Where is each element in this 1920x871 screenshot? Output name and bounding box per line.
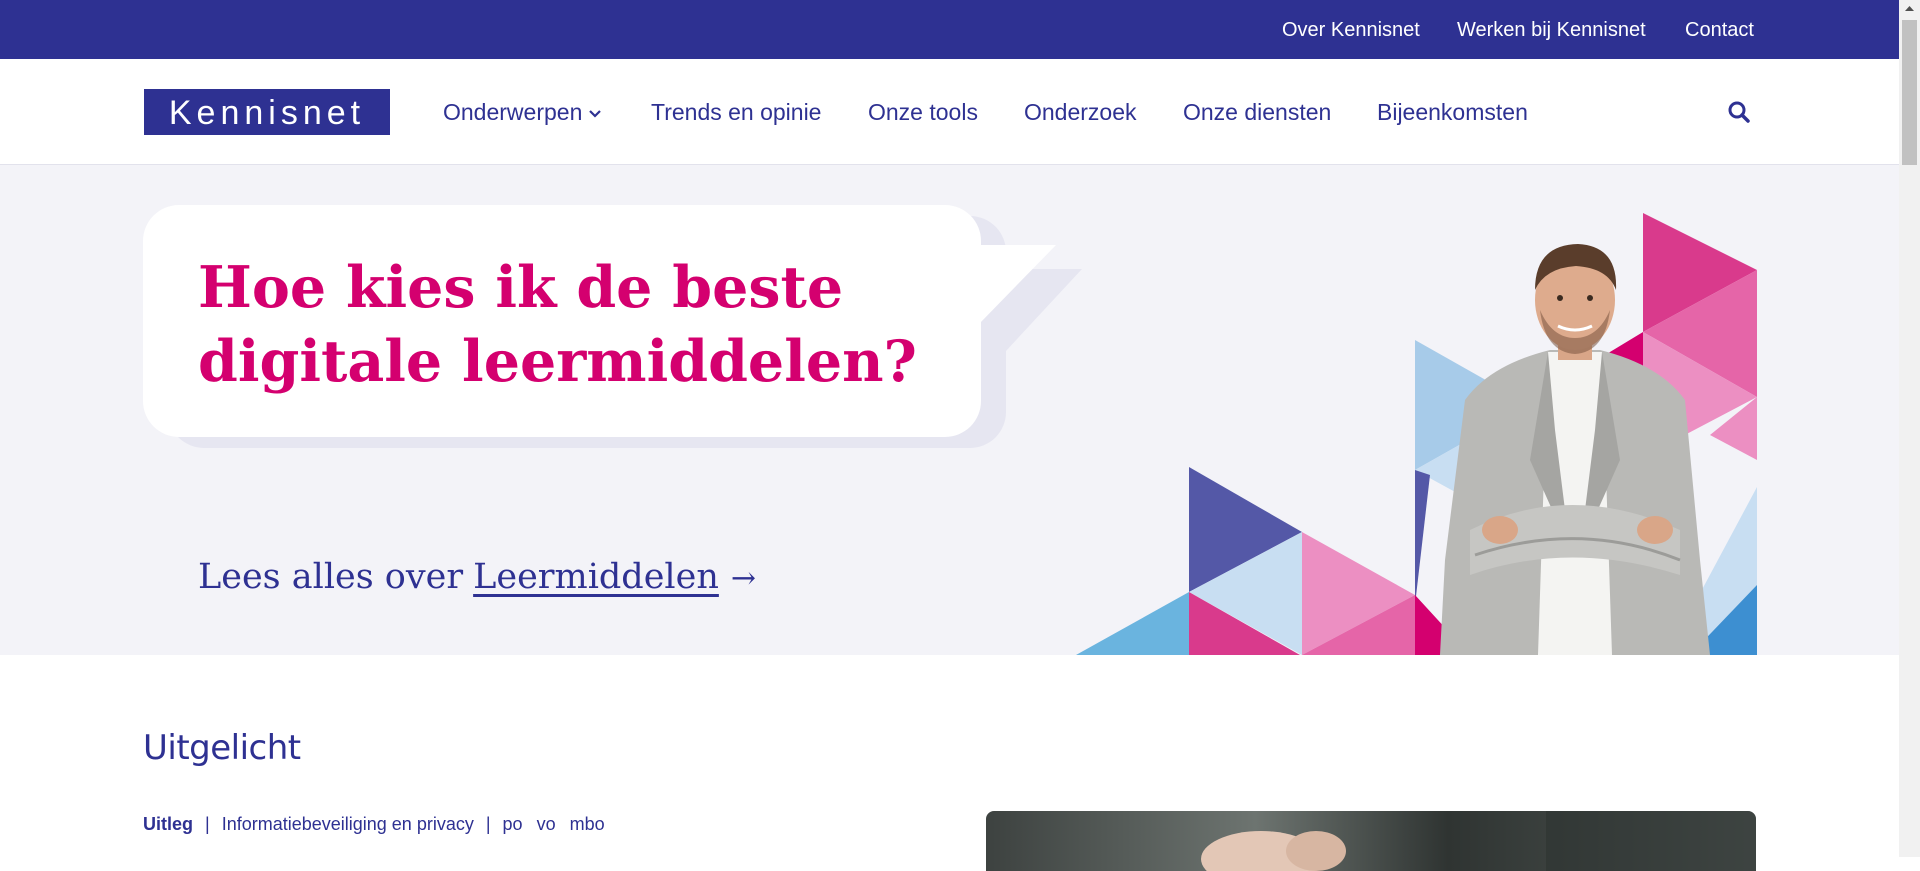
article-meta: Uitleg | Informatiebeveiliging en privacy |… [143, 814, 605, 835]
nav-item-onze-diensten[interactable]: Onze diensten [1183, 99, 1331, 125]
meta-separator: | [485, 814, 491, 834]
nav-item-trends-en-opinie[interactable]: Trends en opinie [651, 99, 821, 125]
kennisnet-logo[interactable]: Kennisnet [144, 89, 390, 135]
speech-bubble-tail [960, 245, 1056, 323]
vertical-scrollbar[interactable] [1899, 0, 1920, 857]
nav-item-onderwerpen[interactable]: Onderwerpen [443, 99, 602, 125]
chevron-down-icon [589, 110, 602, 118]
logo-text: Kennisnet [168, 94, 366, 132]
section-heading-uitgelicht: Uitgelicht [143, 728, 301, 768]
level-tag-po[interactable]: po [503, 814, 523, 834]
featured-article-image[interactable] [986, 811, 1756, 871]
nav-item-bijeenkomsten[interactable]: Bijeenkomsten [1377, 99, 1528, 125]
search-icon[interactable] [1726, 99, 1752, 125]
scroll-up-arrow-icon[interactable] [1899, 0, 1920, 18]
arrow-right-icon[interactable]: → [731, 561, 756, 596]
link-werken-bij-kennisnet[interactable]: Werken bij Kennisnet [1457, 19, 1646, 42]
hand-photo-fragment [1201, 811, 1756, 871]
person-photo [1440, 244, 1710, 655]
nav-item-onderzoek[interactable]: Onderzoek [1024, 99, 1137, 125]
link-contact[interactable]: Contact [1685, 19, 1754, 42]
hero-link-prefix: Lees alles over [198, 557, 464, 597]
meta-separator: | [205, 814, 210, 834]
hero-read-more: Lees alles over Leermiddelen → [198, 557, 756, 597]
level-tag-mbo[interactable]: mbo [570, 814, 605, 834]
nav-item-label: Onderwerpen [443, 99, 583, 125]
link-over-kennisnet[interactable]: Over Kennisnet [1282, 19, 1420, 42]
top-utility-bar: Over Kennisnet Werken bij Kennisnet Cont… [0, 0, 1899, 59]
scrollbar-thumb[interactable] [1902, 20, 1917, 165]
main-navigation: Kennisnet Onderwerpen Trends en opinie O… [0, 59, 1899, 165]
level-tag-vo[interactable]: vo [537, 814, 556, 834]
article-topic[interactable]: Informatiebeveiliging en privacy [222, 814, 474, 834]
hero-banner: Hoe kies ik de beste digitale leermiddel… [0, 165, 1899, 655]
article-type[interactable]: Uitleg [143, 814, 193, 834]
leermiddelen-link[interactable]: Leermiddelen [473, 557, 719, 597]
nav-item-onze-tools[interactable]: Onze tools [868, 99, 978, 125]
hero-title: Hoe kies ik de beste digitale leermiddel… [198, 254, 917, 395]
